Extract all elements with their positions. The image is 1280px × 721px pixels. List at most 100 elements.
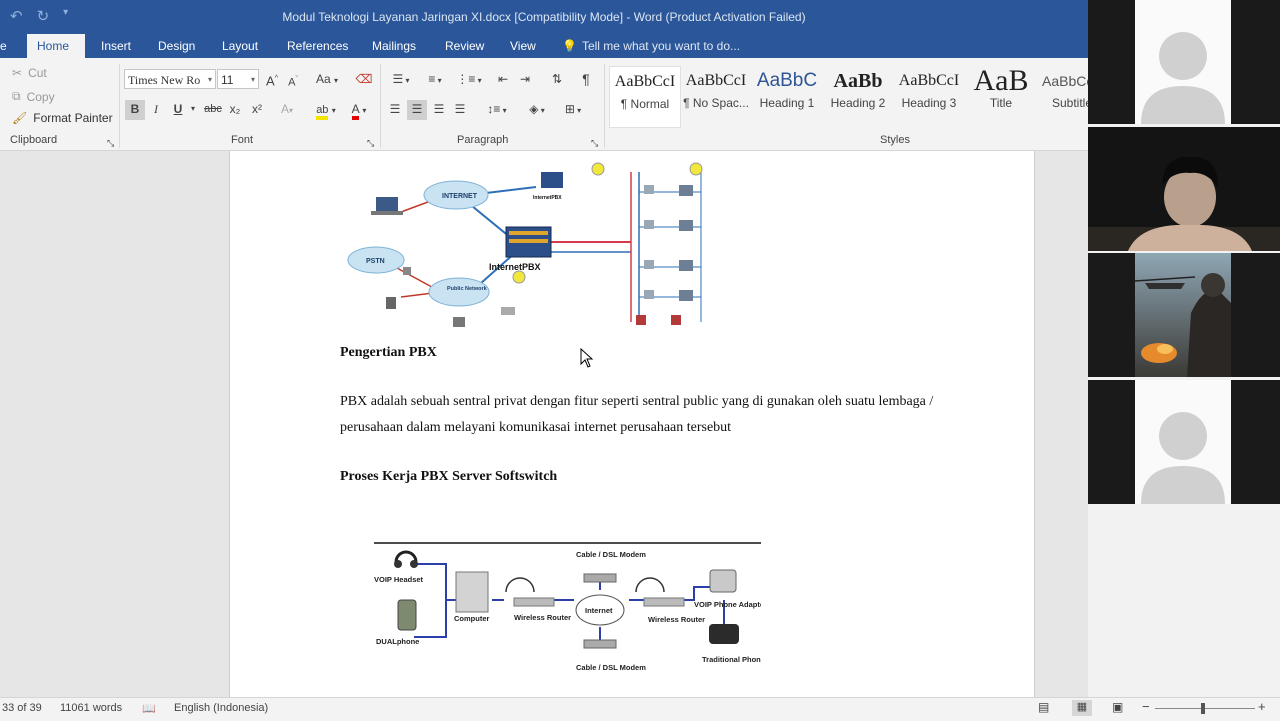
internet-cloud-label: Internet xyxy=(585,606,613,615)
align-right-icon[interactable]: ☰ xyxy=(430,100,448,120)
clear-formatting-icon[interactable]: ⌫ xyxy=(355,70,373,90)
italic-button[interactable]: I xyxy=(148,100,164,120)
traditional-phone-label: Traditional Phone xyxy=(702,655,761,664)
clipboard-group-label: Clipboard xyxy=(10,134,58,146)
public-network-label: Public Network xyxy=(447,286,488,292)
copy-icon: ⧉ xyxy=(12,89,21,103)
style-heading-2[interactable]: AaBb Heading 2 xyxy=(823,66,893,110)
heading-pengertian-pbx: Pengertian PBX xyxy=(340,345,437,360)
style-no-spacing[interactable]: AaBbCcI ¶ No Spac... xyxy=(681,66,751,110)
window-title: Modul Teknologi Layanan Jaringan XI.docx… xyxy=(282,10,806,24)
participant-4-video xyxy=(1135,380,1231,504)
chevron-down-icon: ▾ xyxy=(207,75,212,84)
tab-home[interactable]: Home xyxy=(27,34,85,58)
tab-insert[interactable]: Insert xyxy=(91,34,141,58)
voip-headset-label: VOIP Headset xyxy=(374,575,424,584)
participant-tile-1[interactable] xyxy=(1088,0,1280,124)
format-painter-button[interactable]: 🖌 Format Painter xyxy=(12,111,113,125)
tab-mailings[interactable]: Mailings xyxy=(362,34,426,58)
style-title[interactable]: AaB Title xyxy=(966,66,1036,111)
word-count[interactable]: 11061 words xyxy=(60,702,122,714)
multilevel-list-icon: ⋮≡ xyxy=(456,72,476,86)
tab-review[interactable]: Review xyxy=(435,34,494,58)
tab-view[interactable]: View xyxy=(500,34,546,58)
tell-me-search[interactable]: 💡 Tell me what you want to do... xyxy=(562,34,740,58)
ribbon-tabs: e Home Insert Design Layout References M… xyxy=(0,34,1088,58)
heading-proses-kerja: Proses Kerja PBX Server Softswitch xyxy=(340,469,558,484)
font-color-button[interactable]: A ▾ xyxy=(344,100,374,120)
pstn-cloud-label: PSTN xyxy=(366,258,385,265)
cut-button[interactable]: ✂ Cut xyxy=(12,66,47,80)
bullets-icon: ☰ xyxy=(392,72,404,86)
modem-top-label: Cable / DSL Modem xyxy=(576,550,646,559)
underline-button[interactable]: U xyxy=(170,100,186,120)
web-layout-icon[interactable]: ▣ xyxy=(1112,700,1123,714)
print-layout-icon[interactable]: ▦ xyxy=(1072,700,1092,716)
align-left-icon[interactable]: ☰ xyxy=(386,100,404,120)
avatar-placeholder-icon xyxy=(1135,380,1231,504)
internetpbx-small-label: InternetPBX xyxy=(533,195,562,201)
numbering-button[interactable]: ≡ ▾ xyxy=(420,70,450,90)
tab-file[interactable]: e xyxy=(0,34,17,58)
shading-button[interactable]: ◈ ▾ xyxy=(522,100,552,120)
line-spacing-icon: ↕≡ xyxy=(487,102,501,116)
change-case-button[interactable]: Aa ▾ xyxy=(313,70,341,90)
font-size-input[interactable]: 11 ▾ xyxy=(217,69,259,89)
sort-icon[interactable]: ⇅ xyxy=(548,70,566,90)
shrink-font-button[interactable]: Aˇ xyxy=(286,71,300,91)
subscript-button[interactable]: x₂ xyxy=(226,100,244,120)
tab-design[interactable]: Design xyxy=(148,34,205,58)
highlight-color-button[interactable]: ab ▾ xyxy=(308,100,344,120)
copy-button[interactable]: ⧉ Copy xyxy=(12,89,55,104)
page-count[interactable]: 33 of 39 xyxy=(2,702,42,714)
tab-references[interactable]: References xyxy=(277,34,358,58)
style-heading-1[interactable]: AaBbC Heading 1 xyxy=(752,66,822,110)
increase-indent-icon[interactable]: ⇥ xyxy=(516,70,534,90)
status-bar: 33 of 39 11061 words 📖 English (Indonesi… xyxy=(0,697,1280,721)
align-center-icon[interactable]: ☰ xyxy=(407,100,427,120)
participant-3-video xyxy=(1134,253,1231,377)
style-normal[interactable]: AaBbCcI ¶ Normal xyxy=(609,66,681,128)
soldier-helicopter-image xyxy=(1134,253,1231,377)
borders-button[interactable]: ⊞ ▾ xyxy=(558,100,588,120)
wireless-router-2-label: Wireless Router xyxy=(648,615,705,624)
multilevel-list-button[interactable]: ⋮≡ ▾ xyxy=(454,70,484,90)
grow-font-button[interactable]: A^ xyxy=(265,70,279,90)
paintbrush-icon: 🖌 xyxy=(12,111,28,125)
zoom-in-icon[interactable]: + xyxy=(1258,699,1266,714)
language-indicator[interactable]: English (Indonesia) xyxy=(174,702,268,714)
underline-dropdown-icon[interactable]: ▾ xyxy=(188,100,198,120)
strikethrough-button[interactable]: abc xyxy=(202,100,224,120)
document-page[interactable]: INTERNET PSTN Public Network InternetPBX… xyxy=(229,151,1035,697)
read-mode-icon[interactable]: ▤ xyxy=(1038,700,1049,714)
participant-tile-3[interactable] xyxy=(1088,253,1280,377)
decrease-indent-icon[interactable]: ⇤ xyxy=(494,70,512,90)
line-spacing-button[interactable]: ↕≡ ▾ xyxy=(482,100,512,120)
ribbon: ✂ Cut ⧉ Copy 🖌 Format Painter Clipboard ⤡ T… xyxy=(0,58,1088,151)
tell-me-text: Tell me what you want to do... xyxy=(581,39,741,53)
text-effects-button[interactable]: A▾ xyxy=(276,100,298,120)
justify-icon[interactable]: ☰ xyxy=(451,100,469,120)
participant-tile-2[interactable] xyxy=(1088,127,1280,251)
styles-group-label: Styles xyxy=(880,134,910,146)
wireless-router-1-label: Wireless Router xyxy=(514,613,571,622)
participant-tile-4[interactable] xyxy=(1088,380,1280,504)
zoom-out-icon[interactable]: − xyxy=(1142,699,1150,714)
zoom-slider-thumb[interactable] xyxy=(1201,703,1205,714)
lightbulb-icon: 💡 xyxy=(562,39,577,53)
tab-layout[interactable]: Layout xyxy=(212,34,268,58)
proofing-icon[interactable]: 📖 xyxy=(142,702,156,715)
bullets-button[interactable]: ☰ ▾ xyxy=(386,70,416,90)
font-name-input[interactable]: Times New Ro ▾ xyxy=(124,69,216,89)
bold-button[interactable]: B xyxy=(125,100,145,120)
style-subtitle[interactable]: AaBbCc Subtitle xyxy=(1038,66,1088,110)
zoom-slider[interactable] xyxy=(1155,708,1255,709)
superscript-button[interactable]: x² xyxy=(248,100,266,120)
show-formatting-button[interactable]: ¶ xyxy=(577,70,595,90)
chevron-down-icon: ▾ xyxy=(250,75,255,84)
avatar-placeholder-icon xyxy=(1135,0,1231,124)
internet-cloud-label: INTERNET xyxy=(442,193,478,200)
borders-icon: ⊞ xyxy=(564,102,575,116)
style-heading-3[interactable]: AaBbCcI Heading 3 xyxy=(894,66,964,110)
computer-label: Computer xyxy=(454,614,489,623)
